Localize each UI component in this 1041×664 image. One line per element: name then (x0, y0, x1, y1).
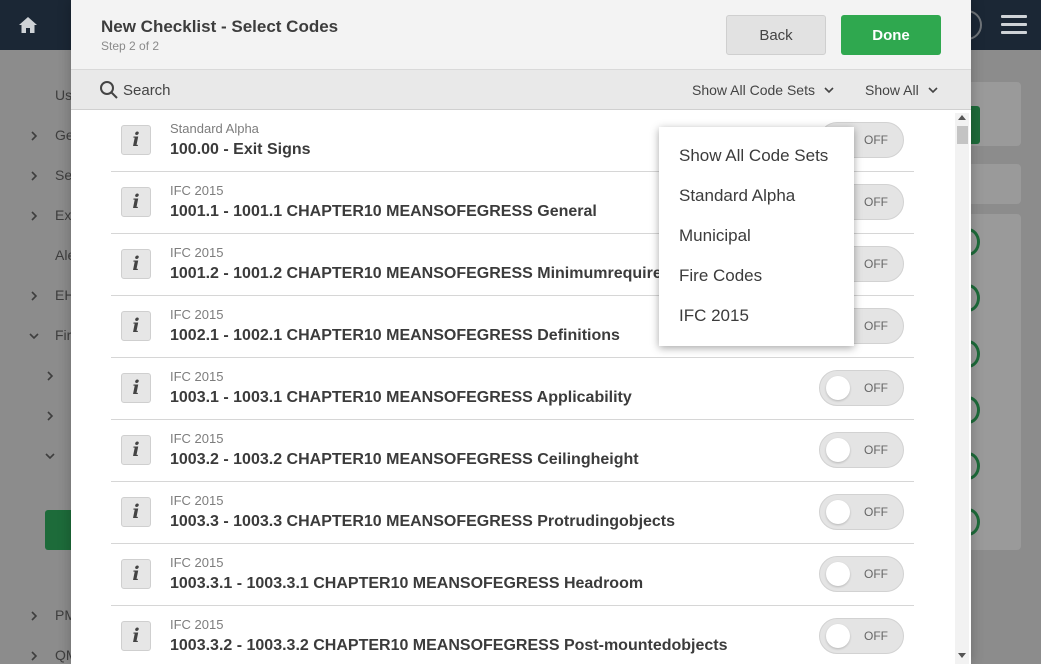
chevron-right-icon (28, 609, 40, 625)
show-filter-dropdown-label: Show All (865, 82, 919, 98)
info-icon[interactable]: i (121, 373, 151, 403)
info-icon[interactable]: i (121, 249, 151, 279)
hamburger-menu-button[interactable] (997, 8, 1033, 42)
step-indicator: Step 2 of 2 (101, 39, 160, 53)
toggle-knob (826, 500, 850, 524)
code-title: 100.00 - Exit Signs (170, 141, 311, 158)
chevron-right-icon (28, 209, 40, 225)
toggle-state-label: OFF (864, 319, 888, 333)
code-set-option[interactable]: IFC 2015 (679, 306, 749, 326)
code-row: i IFC 2015 1003.1 - 1003.1 CHAPTER10 MEANS… (111, 358, 914, 420)
chevron-right-icon (28, 649, 40, 664)
code-row: i IFC 2015 1003.2 - 1003.2 CHAPTER10 MEANS… (111, 420, 914, 482)
code-set-label: Standard Alpha (170, 121, 259, 136)
background-sidebar: Us Ge Se Ex Ale EH Fir PM QM (0, 50, 78, 664)
info-icon[interactable]: i (121, 187, 151, 217)
chevron-right-icon (28, 129, 40, 145)
info-icon[interactable]: i (121, 311, 151, 341)
scroll-thumb[interactable] (957, 126, 968, 144)
scrollbar[interactable] (955, 113, 969, 664)
code-set-label: IFC 2015 (170, 493, 224, 508)
show-filter-dropdown[interactable]: Show All (865, 70, 939, 110)
chevron-down-icon (28, 329, 40, 345)
toggle-state-label: OFF (864, 195, 888, 209)
toggle-state-label: OFF (864, 567, 888, 581)
toggle-state-label: OFF (864, 443, 888, 457)
code-title: 1003.1 - 1003.1 CHAPTER10 MEANSOFEGRESS … (170, 389, 632, 406)
chevron-right-icon (44, 369, 56, 385)
scroll-up-arrow-icon[interactable] (958, 115, 966, 120)
code-title: 1003.3.1 - 1003.3.1 CHAPTER10 MEANSOFEGR… (170, 575, 644, 592)
modal-header: New Checklist - Select Codes Step 2 of 2… (71, 0, 971, 70)
search-icon (100, 81, 118, 99)
done-button[interactable]: Done (841, 15, 941, 55)
toggle-state-label: OFF (864, 257, 888, 271)
code-set-option[interactable]: Standard Alpha (679, 186, 795, 206)
code-row: i IFC 2015 1003.3 - 1003.3 CHAPTER10 MEANS… (111, 482, 914, 544)
toggle-knob (826, 438, 850, 462)
code-title: 1003.2 - 1003.2 CHAPTER10 MEANSOFEGRESS … (170, 451, 639, 468)
code-title: 1001.2 - 1001.2 CHAPTER10 MEANSOFEGRESS … (170, 265, 672, 282)
code-sets-dropdown[interactable]: Show All Code Sets (692, 70, 835, 110)
search-input[interactable] (123, 78, 423, 102)
background-nav-item: Se (55, 167, 73, 183)
code-toggle[interactable]: OFF (819, 494, 904, 530)
modal-title: New Checklist - Select Codes (101, 17, 339, 36)
background-nav-item: Ex (55, 207, 72, 223)
code-title: 1001.1 - 1001.1 CHAPTER10 MEANSOFEGRESS … (170, 203, 597, 220)
toggle-knob (826, 376, 850, 400)
background-nav-item: Fir (55, 327, 72, 343)
code-set-label: IFC 2015 (170, 431, 224, 446)
code-toggle[interactable]: OFF (819, 432, 904, 468)
info-icon[interactable]: i (121, 559, 151, 589)
code-sets-dropdown-label: Show All Code Sets (692, 82, 815, 98)
background-nav-item: Us (55, 87, 73, 103)
toggle-knob (826, 562, 850, 586)
code-title: 1003.3.2 - 1003.3.2 CHAPTER10 MEANSOFEGR… (170, 637, 728, 654)
code-toggle[interactable]: OFF (819, 618, 904, 654)
code-title: 1003.3 - 1003.3 CHAPTER10 MEANSOFEGRESS … (170, 513, 676, 530)
code-toggle[interactable]: OFF (819, 370, 904, 406)
info-icon[interactable]: i (121, 497, 151, 527)
toggle-state-label: OFF (864, 505, 888, 519)
info-icon[interactable]: i (121, 125, 151, 155)
code-title: 1002.1 - 1002.1 CHAPTER10 MEANSOFEGRESS … (170, 327, 620, 344)
toggle-state-label: OFF (864, 381, 888, 395)
toggle-knob (826, 624, 850, 648)
home-button[interactable] (0, 0, 56, 50)
toggle-state-label: OFF (864, 133, 888, 147)
code-set-option[interactable]: Municipal (679, 226, 751, 246)
code-set-label: IFC 2015 (170, 307, 224, 322)
code-sets-popover: Show All Code Sets Standard Alpha Municipa… (659, 127, 854, 346)
home-icon (19, 17, 37, 33)
code-set-option[interactable]: Show All Code Sets (679, 146, 828, 166)
code-row: i IFC 2015 1003.3.1 - 1003.3.1 CHAPTER10 M… (111, 544, 914, 606)
chevron-down-icon (928, 87, 938, 94)
code-toggle[interactable]: OFF (819, 556, 904, 592)
code-set-label: IFC 2015 (170, 369, 224, 384)
scroll-down-arrow-icon[interactable] (958, 653, 966, 658)
code-set-option[interactable]: Fire Codes (679, 266, 762, 286)
chevron-right-icon (28, 169, 40, 185)
code-row: i IFC 2015 1003.3.2 - 1003.3.2 CHAPTER10 M… (111, 606, 914, 664)
code-set-label: IFC 2015 (170, 245, 224, 260)
info-icon[interactable]: i (121, 621, 151, 651)
popover-arrow (797, 113, 825, 127)
code-set-label: IFC 2015 (170, 617, 224, 632)
code-set-label: IFC 2015 (170, 555, 224, 570)
info-icon[interactable]: i (121, 435, 151, 465)
back-button[interactable]: Back (726, 15, 826, 55)
background-right-panel (956, 70, 1021, 550)
chevron-down-icon (824, 87, 834, 94)
toggle-state-label: OFF (864, 629, 888, 643)
code-set-label: IFC 2015 (170, 183, 224, 198)
chevron-right-icon (44, 409, 56, 425)
chevron-down-icon (44, 449, 56, 465)
chevron-right-icon (28, 289, 40, 305)
filter-bar: Show All Code Sets Show All (71, 70, 971, 110)
